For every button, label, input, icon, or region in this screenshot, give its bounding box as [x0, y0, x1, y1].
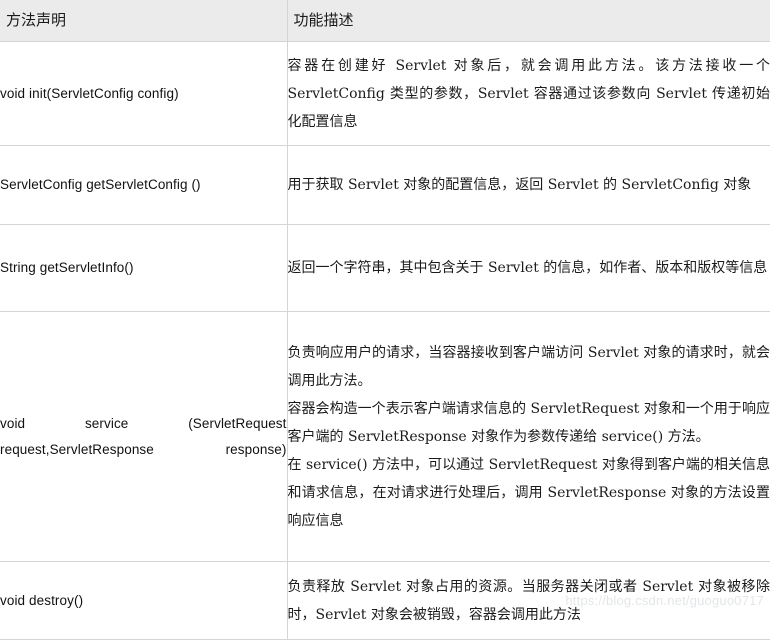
table-row: void destroy() 负责释放 Servlet 对象占用的资源。当服务器…	[0, 562, 770, 640]
method-signature-text: void destroy()	[0, 588, 287, 614]
description-paragraph: 容器会构造一个表示客户端请求信息的 ServletRequest 对象和一个用于…	[288, 395, 770, 451]
method-signature-line: void service (ServletRequest	[0, 411, 287, 437]
cell-method-signature: void init(ServletConfig config)	[0, 42, 287, 146]
cell-method-signature: ServletConfig getServletConfig ()	[0, 146, 287, 225]
description-paragraph: 在 service() 方法中，可以通过 ServletRequest 对象得到…	[288, 451, 770, 535]
column-header-description-label: 功能描述	[288, 0, 770, 41]
table-body: void init(ServletConfig config) 容器在创建好 S…	[0, 42, 770, 640]
servlet-method-table: 方法声明 功能描述 void init(ServletConfig config…	[0, 0, 770, 640]
table-row: ServletConfig getServletConfig () 用于获取 S…	[0, 146, 770, 225]
column-header-description: 功能描述	[287, 0, 770, 42]
table-header-row: 方法声明 功能描述	[0, 0, 770, 42]
table-row: String getServletInfo() 返回一个字符串，其中包含关于 S…	[0, 225, 770, 312]
description-paragraph: 负责释放 Servlet 对象占用的资源。当服务器关闭或者 Servlet 对象…	[288, 573, 770, 629]
table-row: void service (ServletRequest request,Ser…	[0, 312, 770, 562]
cell-method-description: 容器在创建好 Servlet 对象后，就会调用此方法。该方法接收一个 Servl…	[287, 42, 770, 146]
description-paragraph: 用于获取 Servlet 对象的配置信息，返回 Servlet 的 Servle…	[288, 171, 770, 199]
method-signature-text: void init(ServletConfig config)	[0, 81, 287, 107]
method-signature-text: String getServletInfo()	[0, 255, 287, 281]
cell-method-description: 负责响应用户的请求，当容器接收到客户端访问 Servlet 对象的请求时，就会调…	[287, 312, 770, 562]
cell-method-signature: void service (ServletRequest request,Ser…	[0, 312, 287, 562]
column-header-method: 方法声明	[0, 0, 287, 42]
table-row: void init(ServletConfig config) 容器在创建好 S…	[0, 42, 770, 146]
cell-method-signature: void destroy()	[0, 562, 287, 640]
description-paragraph: 负责响应用户的请求，当容器接收到客户端访问 Servlet 对象的请求时，就会调…	[288, 339, 770, 395]
method-signature-line: request,ServletResponse response)	[0, 437, 287, 463]
cell-method-signature: String getServletInfo()	[0, 225, 287, 312]
description-paragraph: 容器在创建好 Servlet 对象后，就会调用此方法。该方法接收一个 Servl…	[288, 52, 770, 136]
method-signature-text: ServletConfig getServletConfig ()	[0, 172, 287, 198]
cell-method-description: 返回一个字符串，其中包含关于 Servlet 的信息，如作者、版本和版权等信息	[287, 225, 770, 312]
column-header-method-label: 方法声明	[0, 0, 287, 41]
servlet-method-table-container: 方法声明 功能描述 void init(ServletConfig config…	[0, 0, 770, 620]
cell-method-description: 负责释放 Servlet 对象占用的资源。当服务器关闭或者 Servlet 对象…	[287, 562, 770, 640]
cell-method-description: 用于获取 Servlet 对象的配置信息，返回 Servlet 的 Servle…	[287, 146, 770, 225]
description-paragraph: 返回一个字符串，其中包含关于 Servlet 的信息，如作者、版本和版权等信息	[288, 254, 770, 282]
table-header: 方法声明 功能描述	[0, 0, 770, 42]
